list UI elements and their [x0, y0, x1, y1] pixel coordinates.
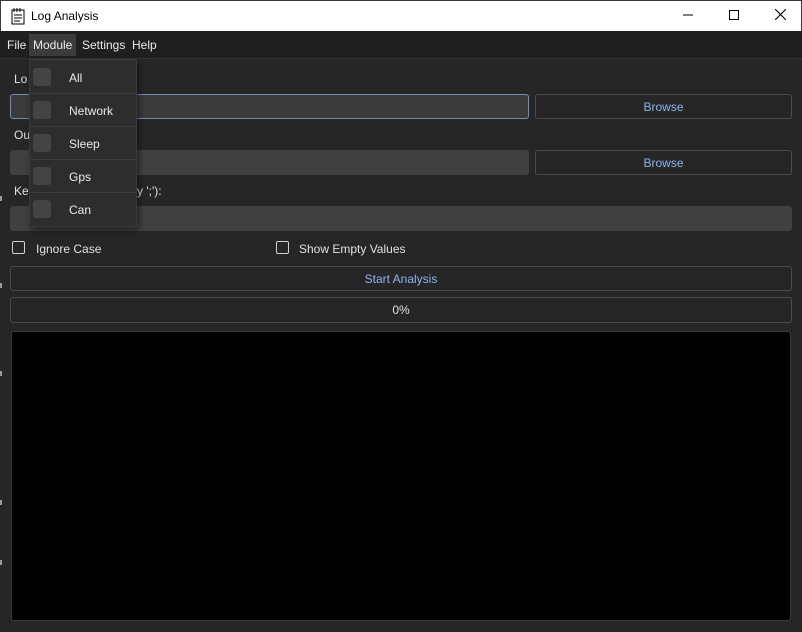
- module-option-label: Can: [69, 203, 92, 217]
- show-empty-checkbox[interactable]: [276, 241, 289, 254]
- module-option-sleep[interactable]: Sleep: [30, 127, 136, 160]
- minimize-button[interactable]: [665, 1, 711, 31]
- option-checkbox[interactable]: [33, 101, 51, 119]
- edge-tick: [0, 196, 2, 201]
- start-analysis-button[interactable]: Start Analysis: [10, 266, 792, 291]
- ignore-case-checkbox[interactable]: [12, 241, 25, 254]
- maximize-button[interactable]: [711, 1, 757, 31]
- keywords-label-start: Ke: [14, 184, 29, 198]
- progress-text: 0%: [392, 303, 410, 317]
- option-checkbox[interactable]: [33, 134, 51, 152]
- menu-file[interactable]: File: [3, 34, 30, 56]
- module-option-label: Sleep: [69, 137, 100, 151]
- option-checkbox[interactable]: [33, 200, 51, 218]
- edge-tick: [0, 283, 2, 288]
- option-checkbox[interactable]: [33, 68, 51, 86]
- menu-help[interactable]: Help: [128, 34, 161, 56]
- notepad-icon: [9, 7, 27, 25]
- module-dropdown-menu: All Network Sleep Gps Can: [29, 59, 137, 227]
- close-icon: [774, 8, 786, 23]
- edge-tick: [0, 500, 2, 505]
- ignore-case-label: Ignore Case: [36, 242, 102, 256]
- module-option-all[interactable]: All: [30, 61, 136, 94]
- module-option-label: All: [69, 71, 83, 85]
- close-button[interactable]: [757, 1, 802, 31]
- output-browse-button[interactable]: Browse: [535, 150, 792, 175]
- window-title: Log Analysis: [31, 9, 99, 23]
- progress-bar: 0%: [10, 297, 792, 323]
- module-option-network[interactable]: Network: [30, 94, 136, 127]
- module-option-gps[interactable]: Gps: [30, 160, 136, 193]
- keywords-label-end: y ';'):: [137, 184, 162, 198]
- show-empty-label: Show Empty Values: [299, 242, 406, 256]
- menu-module[interactable]: Module: [29, 34, 77, 56]
- output-file-label: Ou: [14, 128, 31, 142]
- output-log[interactable]: [11, 331, 791, 621]
- edge-tick: [0, 371, 2, 376]
- log-file-label: Lo: [14, 72, 28, 86]
- edge-tick: [0, 560, 2, 565]
- menu-settings[interactable]: Settings: [78, 34, 129, 56]
- module-option-label: Gps: [69, 170, 92, 184]
- module-option-can[interactable]: Can: [30, 193, 136, 226]
- menu-bar: File Module Settings Help: [0, 31, 802, 59]
- app-window: Log Analysis File Module Settings Help L…: [0, 0, 802, 632]
- maximize-icon: [729, 9, 739, 23]
- module-option-label: Network: [69, 104, 114, 118]
- log-browse-button[interactable]: Browse: [535, 94, 792, 119]
- option-checkbox[interactable]: [33, 167, 51, 185]
- title-bar: Log Analysis: [0, 0, 802, 31]
- minimize-icon: [683, 9, 693, 23]
